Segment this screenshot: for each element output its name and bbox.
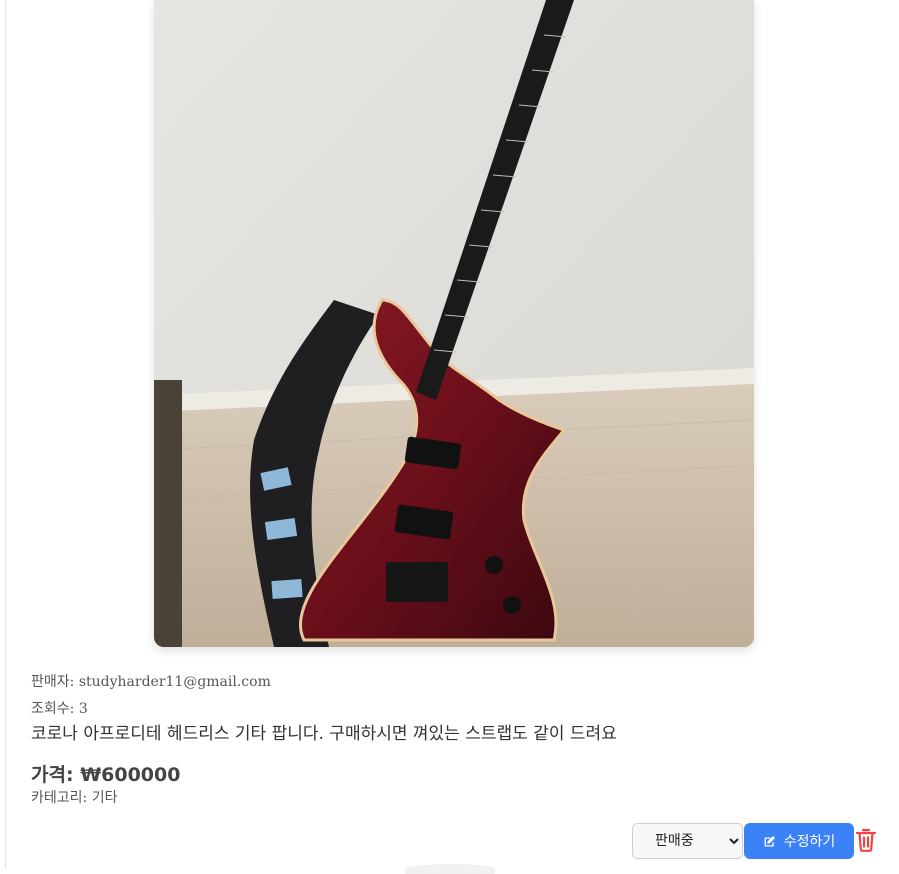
- scroll-hint-shadow: [405, 864, 495, 874]
- page-left-border: [5, 0, 6, 869]
- category-label: 카테고리:: [31, 790, 92, 806]
- seller-email: studyharder11@gmail.com: [78, 674, 271, 690]
- product-category: 카테고리: 기타: [31, 787, 117, 807]
- edit-button-label: 수정하기: [783, 834, 836, 850]
- trash-icon: [855, 828, 877, 852]
- views-label: 조회수:: [31, 701, 79, 717]
- seller-label: 판매자:: [31, 674, 79, 690]
- sale-status-select[interactable]: 판매중: [632, 823, 743, 859]
- product-price: 가격: ₩600000: [31, 760, 180, 787]
- product-image: [154, 0, 754, 647]
- product-description: 코로나 아프로디테 헤드리스 기타 팝니다. 구매하시면 껴있는 스트랩도 같이…: [31, 724, 617, 744]
- edit-icon: [764, 835, 775, 847]
- view-count: 조회수: 3: [31, 698, 88, 718]
- category-value: 기타: [91, 790, 118, 806]
- price-label: 가격:: [31, 764, 81, 786]
- seller-info: 판매자: studyharder11@gmail.com: [31, 671, 271, 691]
- delete-button[interactable]: [854, 828, 878, 854]
- edit-button[interactable]: 수정하기: [744, 823, 854, 859]
- views-value: 3: [78, 701, 88, 717]
- price-value: ₩600000: [80, 764, 181, 786]
